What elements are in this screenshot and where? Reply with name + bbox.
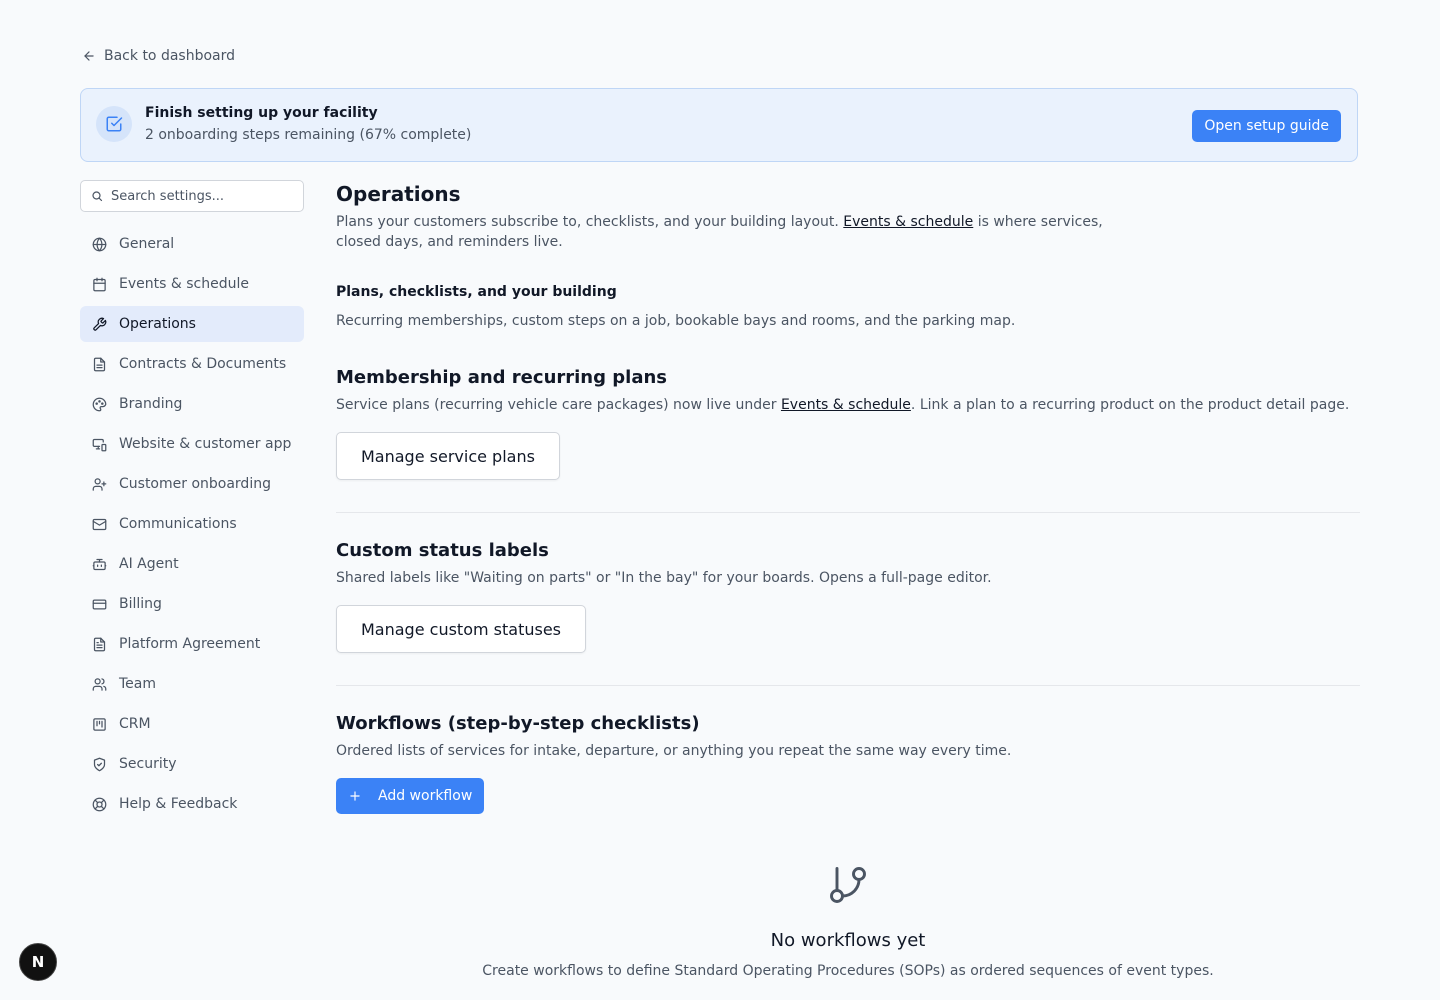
statuses-section-description: Shared labels like "Waiting on parts" or… <box>336 570 992 586</box>
subsection-description: Recurring memberships, custom steps on a… <box>336 313 1016 329</box>
setup-banner: Finish setting up your facility 2 onboar… <box>80 88 1358 162</box>
page-description: Plans your customers subscribe to, check… <box>336 212 1106 252</box>
palette-icon <box>92 397 107 411</box>
sidebar-item-label: Branding <box>119 396 183 412</box>
workflows-section-title: Workflows (step-by-step checklists) <box>336 713 700 734</box>
membership-desc-text: . Link a plan to a recurring product on … <box>910 397 1350 413</box>
bot-icon <box>92 558 107 570</box>
file-text-icon <box>93 637 106 651</box>
sidebar-item-label: Billing <box>119 596 162 612</box>
back-to-dashboard-link[interactable]: Back to dashboard <box>82 46 235 66</box>
sidebar-item-security[interactable]: Security <box>80 746 304 782</box>
page-title: Operations <box>336 182 461 206</box>
sidebar-item-customer-onboarding[interactable]: Customer onboarding <box>80 466 304 502</box>
search-box[interactable] <box>80 180 304 212</box>
sidebar-item-general[interactable]: General <box>80 226 304 262</box>
shield-icon <box>93 757 106 771</box>
users-icon <box>92 677 107 691</box>
sidebar-item-label: Events & schedule <box>119 276 249 292</box>
plus-icon <box>350 791 360 801</box>
credit-card-icon <box>92 599 107 609</box>
membership-desc-text: Service plans (recurring vehicle care pa… <box>336 397 781 413</box>
statuses-section-title: Custom status labels <box>336 540 549 561</box>
sidebar-item-label: General <box>119 236 175 252</box>
sidebar-item-operations[interactable]: Operations <box>80 306 304 342</box>
mail-icon <box>92 518 107 530</box>
checkbox-icon <box>96 106 132 142</box>
calendar-icon <box>93 277 106 291</box>
sidebar-item-branding[interactable]: Branding <box>80 386 304 422</box>
membership-section-title: Membership and recurring plans <box>336 367 667 388</box>
kanban-icon <box>93 717 106 731</box>
document-icon <box>93 357 106 371</box>
devices-icon <box>92 438 107 451</box>
sidebar-item-label: AI Agent <box>119 556 179 572</box>
sidebar-item-label: Contracts & Documents <box>119 356 287 372</box>
add-workflow-button[interactable]: Add workflow <box>336 778 485 814</box>
open-setup-guide-button[interactable]: Open setup guide <box>1192 110 1341 142</box>
sidebar-item-contracts-documents[interactable]: Contracts & Documents <box>80 346 304 382</box>
events-schedule-link[interactable]: Events & schedule <box>843 214 973 230</box>
git-branch-icon <box>830 867 866 903</box>
sidebar-item-label: Platform Agreement <box>119 636 261 652</box>
sidebar-item-crm[interactable]: CRM <box>80 706 304 742</box>
sidebar-item-ai-agent[interactable]: AI Agent <box>80 546 304 582</box>
sidebar-item-communications[interactable]: Communications <box>80 506 304 542</box>
empty-state-title: No workflows yet <box>770 930 926 951</box>
search-icon <box>92 191 103 202</box>
empty-state-description: Create workflows to define Standard Oper… <box>482 963 1214 979</box>
assistant-launcher-button[interactable]: N <box>19 943 57 981</box>
search-input[interactable] <box>111 188 291 204</box>
section-divider <box>336 685 1360 686</box>
sidebar-item-events-schedule[interactable]: Events & schedule <box>80 266 304 302</box>
manage-custom-statuses-button[interactable]: Manage custom statuses <box>336 605 586 653</box>
sidebar-item-platform-agreement[interactable]: Platform Agreement <box>80 626 304 662</box>
sidebar-item-label: Operations <box>119 316 196 332</box>
lifebuoy-icon <box>92 797 107 811</box>
sidebar-item-label: Customer onboarding <box>119 476 271 492</box>
user-plus-icon <box>92 477 107 491</box>
membership-section-description: Service plans (recurring vehicle care pa… <box>336 397 1349 413</box>
wrench-icon <box>93 317 107 331</box>
page-description-text: Plans your customers subscribe to, check… <box>336 214 844 230</box>
banner-subtitle: 2 onboarding steps remaining (67% comple… <box>145 127 472 143</box>
workflows-section-description: Ordered lists of services for intake, de… <box>336 743 1012 759</box>
back-link-label: Back to dashboard <box>104 48 236 64</box>
sidebar-item-label: Team <box>119 676 157 692</box>
section-divider <box>336 512 1360 513</box>
add-workflow-label: Add workflow <box>378 788 473 804</box>
sidebar-item-label: Communications <box>119 516 237 532</box>
sidebar-item-website-customer-app[interactable]: Website & customer app <box>80 426 304 462</box>
sidebar-item-team[interactable]: Team <box>80 666 304 702</box>
events-schedule-link[interactable]: Events & schedule <box>781 397 911 413</box>
sidebar-item-label: CRM <box>119 716 151 732</box>
globe-icon <box>92 237 107 251</box>
sidebar-item-label: Help & Feedback <box>119 796 238 812</box>
sidebar-item-help-feedback[interactable]: Help & Feedback <box>80 786 304 822</box>
settings-sidebar: General Events & schedule Operations Con… <box>80 226 304 826</box>
arrow-left-icon <box>84 51 94 61</box>
banner-title: Finish setting up your facility <box>145 105 378 121</box>
sidebar-item-label: Website & customer app <box>119 436 292 452</box>
manage-service-plans-button[interactable]: Manage service plans <box>336 432 560 480</box>
sidebar-item-billing[interactable]: Billing <box>80 586 304 622</box>
subsection-title: Plans, checklists, and your building <box>336 284 617 300</box>
sidebar-item-label: Security <box>119 756 177 772</box>
